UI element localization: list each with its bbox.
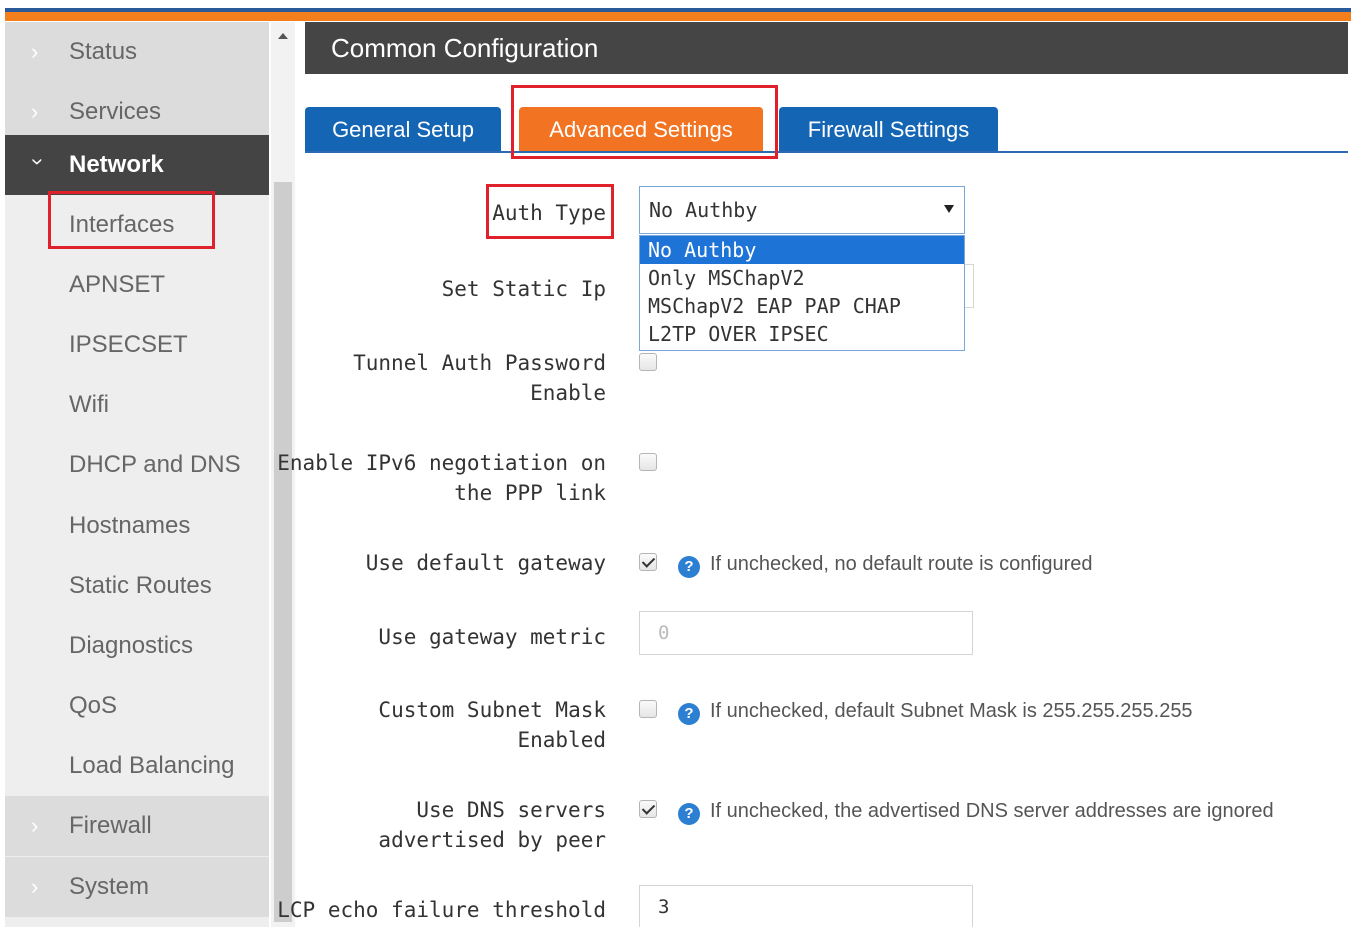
- sidebar-item-label: IPSECSET: [69, 331, 188, 358]
- chevron-right-icon: ›: [31, 874, 39, 899]
- sidebar-item-label: System: [69, 873, 150, 900]
- subnet-mask-hint: If unchecked, default Subnet Mask is 255…: [710, 700, 1193, 722]
- dns-servers-hint: If unchecked, the advertised DNS server …: [710, 800, 1274, 822]
- sidebar-item-label: Services: [69, 98, 162, 125]
- tunnel-auth-checkbox[interactable]: [639, 353, 657, 371]
- subnet-mask-label-line1: Custom Subnet Mask: [378, 698, 606, 722]
- top-orange-stripe: [5, 12, 1351, 21]
- dropdown-option[interactable]: Only MSChapV2: [640, 264, 964, 292]
- tab-general-setup[interactable]: General Setup: [305, 107, 501, 153]
- default-gateway-hint: If unchecked, no default route is config…: [710, 553, 1093, 575]
- scrollbar-thumb[interactable]: [274, 182, 292, 922]
- tunnel-auth-label: Tunnel Auth Password Enable: [353, 348, 606, 408]
- dropdown-option[interactable]: No Authby: [640, 236, 964, 264]
- sidebar-item-diagnostics[interactable]: Diagnostics: [5, 616, 269, 676]
- page-title: Common Configuration: [331, 33, 599, 63]
- tab-label: Firewall Settings: [807, 117, 970, 142]
- sidebar-item-label: Interfaces: [69, 211, 175, 238]
- sidebar-item-label: Status: [69, 38, 138, 65]
- scroll-up-icon[interactable]: [271, 22, 295, 52]
- default-gateway-label: Use default gateway: [365, 551, 606, 575]
- page-header: Common Configuration: [305, 22, 1348, 74]
- tunnel-auth-label-line1: Tunnel Auth Password: [353, 351, 606, 375]
- sidebar-item-system[interactable]: › System: [5, 857, 269, 917]
- sidebar-item-label: Hostnames: [69, 512, 191, 539]
- sidebar-item-label: Firewall: [69, 812, 152, 839]
- sidebar-item-status[interactable]: › Status: [5, 22, 269, 82]
- sidebar-item-qos[interactable]: QoS: [5, 676, 269, 736]
- sidebar-item-label: QoS: [69, 692, 118, 719]
- gateway-metric-placeholder: 0: [658, 622, 670, 644]
- subnet-mask-checkbox[interactable]: [639, 700, 657, 718]
- sidebar-item-label: Diagnostics: [69, 632, 194, 659]
- sidebar-item-label: Network: [69, 151, 164, 178]
- chevron-right-icon: ›: [31, 39, 39, 64]
- auth-type-select[interactable]: No Authby: [639, 186, 965, 234]
- static-ip-label: Set Static Ip: [441, 277, 606, 301]
- sidebar-item-interfaces[interactable]: Interfaces: [5, 195, 269, 255]
- gateway-metric-label: Use gateway metric: [378, 625, 606, 649]
- subnet-mask-label: Custom Subnet Mask Enabled: [378, 695, 606, 755]
- sidebar-item-label: APNSET: [69, 271, 166, 298]
- sidebar-item-dhcp-dns[interactable]: DHCP and DNS: [5, 435, 269, 495]
- static-ip-input[interactable]: [965, 264, 974, 308]
- chevron-right-icon: ›: [31, 99, 39, 124]
- sidebar-item-load-balancing[interactable]: Load Balancing: [5, 736, 269, 796]
- dropdown-option[interactable]: MSChapV2 EAP PAP CHAP: [640, 292, 964, 320]
- lcp-echo-value: 3: [658, 896, 670, 918]
- dropdown-arrow-icon: [944, 205, 954, 213]
- sidebar-item-label: Load Balancing: [69, 752, 235, 779]
- auth-type-label: Auth Type: [492, 201, 606, 225]
- ipv6-label-line2: the PPP link: [454, 481, 606, 505]
- dns-servers-checkbox[interactable]: [639, 800, 657, 818]
- tab-advanced-settings[interactable]: Advanced Settings: [519, 107, 763, 153]
- subnet-mask-label-line2: Enabled: [517, 728, 606, 752]
- sidebar-item-apnset[interactable]: APNSET: [5, 255, 269, 315]
- chevron-right-icon: ›: [31, 813, 39, 838]
- dns-servers-label: Use DNS servers advertised by peer: [378, 795, 606, 855]
- ipv6-label-line1: Enable IPv6 negotiation on: [277, 451, 606, 475]
- dropdown-option[interactable]: L2TP OVER IPSEC: [640, 320, 964, 348]
- tab-label: General Setup: [332, 117, 474, 142]
- gateway-metric-input[interactable]: 0: [639, 611, 973, 655]
- sidebar-item-firewall[interactable]: › Firewall: [5, 796, 269, 856]
- chevron-down-icon: ›: [26, 158, 51, 166]
- help-icon: ?: [678, 556, 700, 578]
- lcp-echo-input[interactable]: 3: [639, 885, 973, 927]
- sidebar-item-wifi[interactable]: Wifi: [5, 375, 269, 435]
- sidebar-item-label: Static Routes: [69, 572, 212, 599]
- ipv6-checkbox[interactable]: [639, 453, 657, 471]
- tab-firewall-settings[interactable]: Firewall Settings: [779, 107, 998, 153]
- top-accent-bar: [0, 0, 1351, 22]
- tab-label: Advanced Settings: [549, 117, 733, 142]
- auth-type-value: No Authby: [649, 198, 758, 222]
- sidebar-item-hostnames[interactable]: Hostnames: [5, 496, 269, 556]
- ipv6-label: Enable IPv6 negotiation on the PPP link: [277, 448, 606, 508]
- sidebar: › Status › Services › Network Interfaces…: [5, 22, 269, 927]
- help-icon: ?: [678, 803, 700, 825]
- sidebar-item-network[interactable]: › Network: [5, 135, 269, 195]
- tunnel-auth-label-line2: Enable: [530, 381, 606, 405]
- sidebar-item-services[interactable]: › Services: [5, 82, 269, 142]
- sidebar-item-label: DHCP and DNS: [69, 451, 241, 478]
- dns-servers-label-line1: Use DNS servers: [416, 798, 606, 822]
- help-icon: ?: [678, 703, 700, 725]
- sidebar-item-ipsecset[interactable]: IPSECSET: [5, 315, 269, 375]
- auth-type-dropdown: No Authby Only MSChapV2 MSChapV2 EAP PAP…: [639, 235, 965, 351]
- tabs-underline: [305, 151, 1348, 153]
- default-gateway-checkbox[interactable]: [639, 553, 657, 571]
- dns-servers-label-line2: advertised by peer: [378, 828, 606, 852]
- sidebar-item-static-routes[interactable]: Static Routes: [5, 556, 269, 616]
- sidebar-item-label: Wifi: [69, 391, 109, 418]
- lcp-echo-label: LCP echo failure threshold: [277, 898, 606, 922]
